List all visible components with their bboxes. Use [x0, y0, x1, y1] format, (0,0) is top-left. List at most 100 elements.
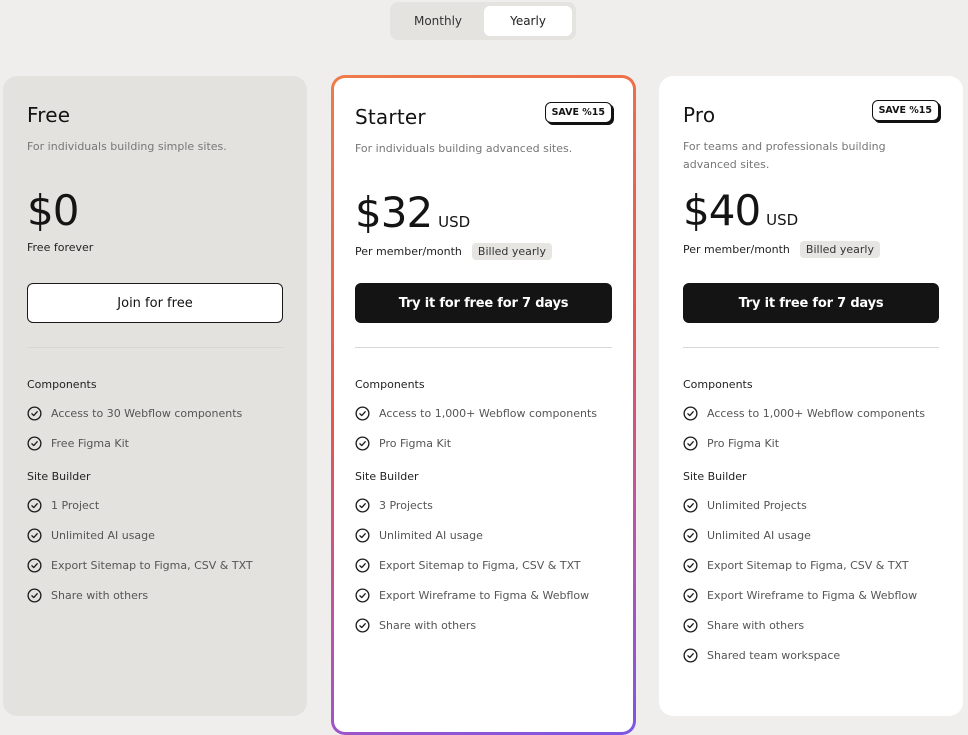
feature-item: Pro Figma Kit	[683, 428, 939, 458]
save-badge: SAVE %15	[871, 100, 939, 121]
billed-yearly-badge: Billed yearly	[471, 243, 552, 260]
check-circle-icon	[355, 497, 370, 513]
feature-text: Pro Figma Kit	[707, 436, 780, 450]
plan-name: Free	[27, 103, 71, 127]
check-circle-icon	[683, 405, 698, 421]
feature-section-title: Components	[683, 378, 753, 391]
feature-item: Export Wireframe to Figma & Webflow	[355, 580, 612, 610]
feature-text: Share with others	[379, 618, 477, 632]
feature-list: Components Access to 1,000+ Webflow compo…	[683, 378, 939, 670]
check-circle-icon	[27, 587, 42, 603]
price-note: Free forever	[27, 241, 94, 254]
feature-section: Components Access to 1,000+ Webflow compo…	[355, 378, 612, 458]
feature-text: Export Wireframe to Figma & Webflow	[707, 588, 918, 602]
check-circle-icon	[683, 527, 698, 543]
feature-text: Unlimited AI usage	[51, 528, 155, 542]
feature-item: Access to 30 Webflow components	[27, 398, 283, 428]
plan-card-starter-border: Starter SAVE %15 For individuals buildin…	[331, 75, 636, 735]
check-circle-icon	[683, 587, 698, 603]
plan-description: For individuals building advanced sites.	[355, 142, 573, 155]
feature-text: Export Sitemap to Figma, CSV & TXT	[51, 558, 253, 572]
feature-item: Share with others	[27, 580, 283, 610]
divider	[683, 347, 939, 348]
plan-description: For individuals building simple sites.	[27, 140, 227, 153]
feature-section-title: Components	[27, 378, 97, 391]
plan-card-starter: Starter SAVE %15 For individuals buildin…	[334, 78, 633, 732]
price-row: $0	[27, 186, 79, 235]
feature-section: Site Builder 3 Projects Unlimited AI usage…	[355, 470, 612, 640]
check-circle-icon	[683, 617, 698, 633]
check-circle-icon	[355, 587, 370, 603]
feature-item: Shared team workspace	[683, 640, 939, 670]
feature-list: Components Access to 30 Webflow component…	[27, 378, 283, 610]
feature-item: Export Sitemap to Figma, CSV & TXT	[683, 550, 939, 580]
save-badge: SAVE %15	[544, 102, 612, 123]
feature-section: Site Builder Unlimited Projects Unlimited …	[683, 470, 939, 670]
feature-item: Unlimited AI usage	[355, 520, 612, 550]
feature-text: 1 Project	[51, 498, 100, 512]
feature-section-title: Site Builder	[683, 470, 747, 483]
join-free-button[interactable]: Join for free	[27, 283, 283, 323]
feature-text: Share with others	[51, 588, 149, 602]
feature-text: Access to 1,000+ Webflow components	[379, 406, 597, 420]
pro-trial-button[interactable]: Try it free for 7 days	[683, 283, 939, 323]
starter-trial-button[interactable]: Try it for free for 7 days	[355, 283, 612, 323]
feature-text: Unlimited AI usage	[707, 528, 811, 542]
toggle-yearly[interactable]: Yearly	[484, 6, 572, 36]
feature-list: Components Access to 1,000+ Webflow compo…	[355, 378, 612, 640]
feature-item: Export Sitemap to Figma, CSV & TXT	[355, 550, 612, 580]
feature-text: 3 Projects	[379, 498, 433, 512]
feature-text: Access to 1,000+ Webflow components	[707, 406, 925, 420]
plan-card-free: Free For individuals building simple sit…	[3, 76, 307, 716]
currency: USD	[438, 213, 471, 231]
check-circle-icon	[27, 405, 42, 421]
plan-name: Starter	[355, 105, 426, 129]
feature-section: Site Builder 1 Project Unlimited AI usage E…	[27, 470, 283, 610]
feature-text: Pro Figma Kit	[379, 436, 452, 450]
price-note-row: Free forever	[27, 241, 93, 254]
check-circle-icon	[683, 557, 698, 573]
price: $40	[683, 186, 761, 235]
price: $0	[27, 186, 79, 235]
check-circle-icon	[355, 617, 370, 633]
toggle-monthly[interactable]: Monthly	[394, 6, 482, 36]
feature-text: Unlimited Projects	[707, 498, 807, 512]
plan-name: Pro	[683, 103, 716, 127]
check-circle-icon	[27, 527, 42, 543]
price: $32	[355, 188, 433, 237]
feature-section-title: Site Builder	[27, 470, 91, 483]
feature-text: Export Wireframe to Figma & Webflow	[379, 588, 590, 602]
feature-item: Access to 1,000+ Webflow components	[355, 398, 612, 428]
currency: USD	[766, 211, 799, 229]
feature-section-title: Components	[355, 378, 425, 391]
feature-item: Share with others	[683, 610, 939, 640]
price-note: Per member/month	[683, 243, 790, 256]
price-note-row: Per member/month Billed yearly	[683, 241, 880, 258]
feature-text: Export Sitemap to Figma, CSV & TXT	[379, 558, 581, 572]
price-note-row: Per member/month Billed yearly	[355, 243, 552, 260]
feature-section: Components Access to 30 Webflow component…	[27, 378, 283, 458]
check-circle-icon	[355, 557, 370, 573]
feature-text: Shared team workspace	[707, 648, 841, 662]
feature-item: Unlimited AI usage	[683, 520, 939, 550]
feature-item: 3 Projects	[355, 490, 612, 520]
plan-card-pro: Pro SAVE %15 For teams and professionals…	[659, 76, 963, 716]
feature-item: Free Figma Kit	[27, 428, 283, 458]
feature-text: Unlimited AI usage	[379, 528, 483, 542]
feature-item: Share with others	[355, 610, 612, 640]
check-circle-icon	[27, 435, 42, 451]
check-circle-icon	[355, 435, 370, 451]
check-circle-icon	[683, 435, 698, 451]
feature-text: Free Figma Kit	[51, 436, 129, 450]
feature-item: Export Wireframe to Figma & Webflow	[683, 580, 939, 610]
feature-item: 1 Project	[27, 490, 283, 520]
check-circle-icon	[355, 527, 370, 543]
feature-text: Access to 30 Webflow components	[51, 406, 243, 420]
feature-section: Components Access to 1,000+ Webflow compo…	[683, 378, 939, 458]
divider	[27, 347, 283, 348]
check-circle-icon	[27, 497, 42, 513]
divider	[355, 347, 612, 348]
feature-text: Share with others	[707, 618, 805, 632]
billed-yearly-badge: Billed yearly	[799, 241, 880, 258]
feature-item: Unlimited Projects	[683, 490, 939, 520]
